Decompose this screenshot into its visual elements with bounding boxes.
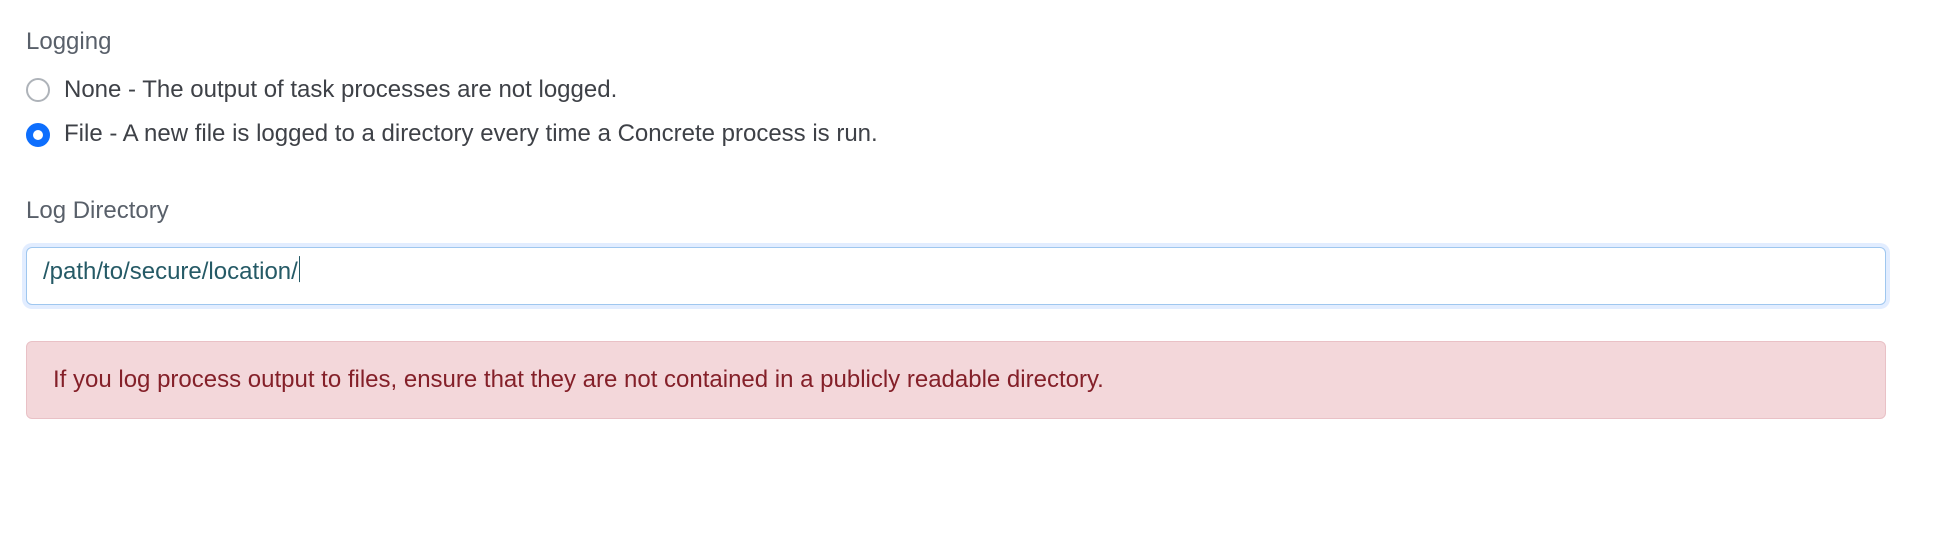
logging-heading: Logging [26, 28, 1886, 56]
log-directory-label: Log Directory [26, 197, 1886, 225]
logging-option-none[interactable]: None - The output of task processes are … [26, 68, 1886, 112]
warning-alert: If you log process output to files, ensu… [26, 341, 1886, 419]
logging-option-file[interactable]: File - A new file is logged to a directo… [26, 112, 1886, 156]
log-directory-input-wrap: /path/to/secure/location/ [26, 237, 1886, 305]
logging-option-file-label: File - A new file is logged to a directo… [64, 118, 878, 150]
logging-option-none-label: None - The output of task processes are … [64, 74, 617, 106]
log-directory-field: Log Directory /path/to/secure/location/ [26, 197, 1886, 305]
radio-icon [26, 78, 50, 102]
logging-settings: Logging None - The output of task proces… [26, 28, 1886, 419]
radio-icon [26, 123, 50, 147]
warning-alert-message: If you log process output to files, ensu… [53, 366, 1104, 393]
log-directory-input[interactable] [26, 247, 1886, 305]
logging-radio-group: None - The output of task processes are … [26, 68, 1886, 157]
